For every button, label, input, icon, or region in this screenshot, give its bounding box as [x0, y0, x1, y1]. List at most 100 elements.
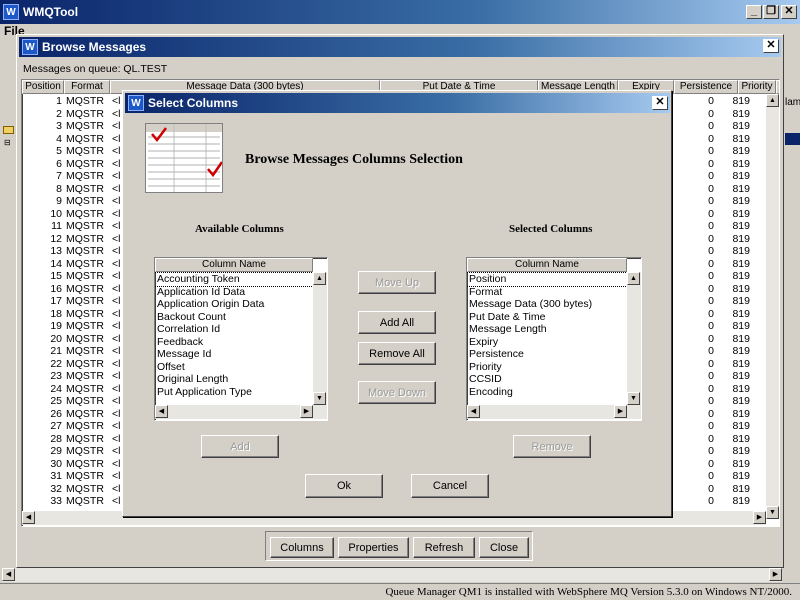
list-item[interactable]: Original Length: [155, 373, 313, 386]
available-scroll-right-icon[interactable]: ▶: [300, 405, 313, 418]
right-panel-label: lam: [785, 97, 800, 108]
cell-ccsid: 819: [732, 395, 750, 407]
available-scroll-up-icon[interactable]: ▲: [313, 272, 326, 285]
cell-position: 5: [56, 145, 62, 157]
list-item[interactable]: Position: [467, 272, 628, 287]
cell-ccsid: 819: [732, 495, 750, 507]
selected-list-header[interactable]: Column Name: [467, 258, 627, 272]
scroll-up-icon[interactable]: ▲: [766, 94, 779, 107]
cell-format: MQSTR: [66, 495, 104, 507]
list-item[interactable]: Correlation Id: [155, 323, 313, 336]
cell-priority: 0: [708, 470, 714, 482]
status-text: Queue Manager QM1 is installed with WebS…: [385, 586, 792, 598]
available-list-header[interactable]: Column Name: [155, 258, 313, 272]
available-scroll-down-icon[interactable]: ▼: [313, 392, 326, 405]
cell-ccsid: 819: [732, 245, 750, 257]
list-item[interactable]: Offset: [155, 361, 313, 374]
move-down-button[interactable]: Move Down: [358, 381, 436, 404]
table-vscroll[interactable]: ▲ ▼: [766, 94, 779, 519]
cell-position: 30: [50, 457, 62, 470]
cell-position: 15: [50, 270, 62, 282]
cell-format: MQSTR: [66, 182, 104, 195]
cell-priority: 0: [708, 282, 714, 295]
list-item[interactable]: Encoding: [467, 386, 627, 399]
cell-ccsid: 819: [732, 382, 750, 395]
columns-button[interactable]: Columns: [270, 537, 334, 558]
cell-ccsid: 819: [732, 345, 750, 357]
cell-priority: 0: [708, 257, 714, 270]
list-item[interactable]: Expiry: [467, 336, 627, 349]
remove-all-button[interactable]: Remove All: [358, 342, 436, 365]
list-item[interactable]: Format: [467, 286, 627, 299]
cell-position: 7: [56, 170, 62, 182]
remove-button[interactable]: Remove: [513, 435, 591, 458]
selected-scroll-right-icon[interactable]: ▶: [614, 405, 627, 418]
column-header[interactable]: Format: [64, 80, 110, 94]
list-item[interactable]: Message Length: [467, 323, 627, 336]
dialog-close-button[interactable]: ✕: [652, 96, 668, 110]
list-item[interactable]: Persistence: [467, 348, 627, 361]
tree-expander-icon[interactable]: ⊟: [4, 138, 11, 147]
column-header[interactable]: Persistence: [674, 80, 738, 94]
cell-position: 20: [50, 332, 62, 345]
cell-position: 33: [50, 495, 62, 507]
add-all-button[interactable]: Add All: [358, 311, 436, 334]
cell-ccsid: 819: [732, 320, 750, 332]
move-up-button[interactable]: Move Up: [358, 271, 436, 294]
cell-format: MQSTR: [66, 170, 104, 182]
cell-priority: 0: [708, 307, 714, 320]
available-columns-list: Column Name Accounting Token Application …: [154, 257, 328, 421]
main-hscroll[interactable]: ◀ ▶: [2, 568, 782, 582]
list-item[interactable]: Priority: [467, 361, 627, 374]
column-header[interactable]: Position: [22, 80, 64, 94]
cell-position: 9: [56, 195, 62, 207]
cell-format: MQSTR: [66, 357, 104, 370]
right-panel-selection: [785, 133, 800, 145]
refresh-button[interactable]: Refresh: [413, 537, 475, 558]
list-item[interactable]: Application Id Data: [155, 286, 313, 299]
browse-close-button[interactable]: ✕: [763, 39, 779, 53]
scroll-left-icon[interactable]: ◀: [22, 511, 35, 524]
cell-ccsid: 819: [732, 420, 750, 432]
add-button[interactable]: Add: [201, 435, 279, 458]
available-hscroll[interactable]: ◀ ▶: [155, 405, 327, 419]
list-item[interactable]: CCSID: [467, 373, 627, 386]
close-button[interactable]: Close: [479, 537, 529, 558]
column-header[interactable]: CCSID: [776, 80, 779, 94]
selected-vscroll[interactable]: ▲ ▼: [627, 272, 641, 405]
list-item[interactable]: Application Origin Data: [155, 298, 313, 311]
properties-button[interactable]: Properties: [338, 537, 409, 558]
scroll-down-icon[interactable]: ▼: [766, 506, 779, 519]
column-header[interactable]: Priority: [738, 80, 776, 94]
scroll-right-icon[interactable]: ▶: [753, 511, 766, 524]
minimize-button[interactable]: _: [746, 5, 762, 19]
main-scroll-left-icon[interactable]: ◀: [2, 568, 15, 581]
selected-scroll-left-icon[interactable]: ◀: [467, 405, 480, 418]
cancel-button[interactable]: Cancel: [411, 474, 489, 498]
main-scroll-right-icon[interactable]: ▶: [769, 568, 782, 581]
cell-ccsid: 819: [732, 470, 750, 482]
restore-button[interactable]: ❐: [763, 5, 779, 19]
list-item[interactable]: Put Date & Time: [467, 311, 627, 324]
list-item[interactable]: Accounting Token: [155, 272, 314, 287]
cell-priority: 0: [708, 457, 714, 470]
folder-icon: [3, 126, 14, 134]
list-item[interactable]: Backout Count: [155, 311, 313, 324]
cell-ccsid: 819: [732, 482, 750, 495]
cell-format: MQSTR: [66, 132, 104, 145]
selected-columns-list: Column Name Position Format Message Data (…: [466, 257, 642, 421]
cell-priority: 0: [708, 157, 714, 170]
cell-format: MQSTR: [66, 432, 104, 445]
selected-scroll-down-icon[interactable]: ▼: [627, 392, 640, 405]
selected-scroll-up-icon[interactable]: ▲: [627, 272, 640, 285]
available-scroll-left-icon[interactable]: ◀: [155, 405, 168, 418]
selected-hscroll[interactable]: ◀ ▶: [467, 405, 641, 419]
list-item[interactable]: Feedback: [155, 336, 313, 349]
list-item[interactable]: Message Data (300 bytes): [467, 298, 627, 311]
available-vscroll[interactable]: ▲ ▼: [313, 272, 327, 405]
ok-button[interactable]: Ok: [305, 474, 383, 498]
list-item[interactable]: Put Application Type: [155, 386, 313, 399]
close-app-button[interactable]: ✕: [781, 5, 797, 19]
cell-format: MQSTR: [66, 420, 104, 432]
list-item[interactable]: Message Id: [155, 348, 313, 361]
